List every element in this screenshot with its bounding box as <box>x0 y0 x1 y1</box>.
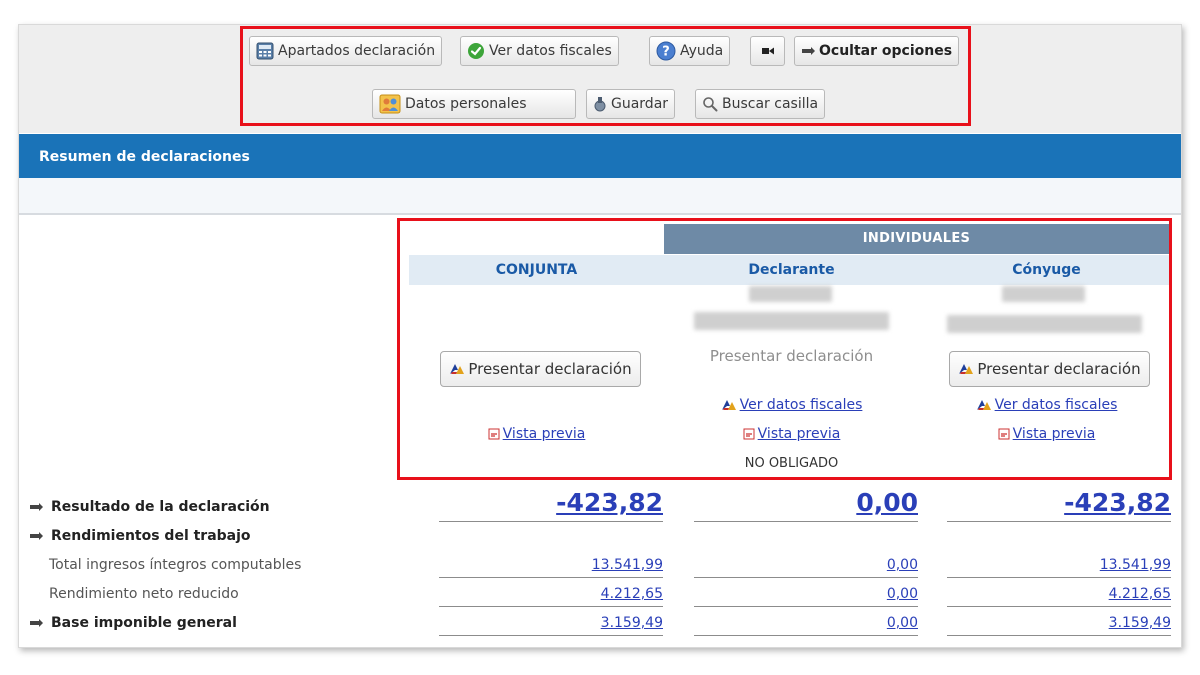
rendimiento-neto-conjunta-value[interactable]: 4.212,65 <box>439 586 663 602</box>
total-ingresos-declarante-value[interactable]: 0,00 <box>694 557 918 573</box>
ver-datos-fiscales-button[interactable]: Ver datos fiscales <box>460 36 619 66</box>
vista-previa-declarante-link[interactable]: Vista previa <box>664 426 919 442</box>
value-underline <box>694 577 918 578</box>
resultado-conjunta-value[interactable]: -423,82 <box>439 488 663 517</box>
value-underline <box>947 635 1171 636</box>
ayuda-button[interactable]: ? Ayuda <box>649 36 731 66</box>
section-title: Resumen de declaraciones <box>39 149 250 165</box>
value-underline <box>439 577 663 578</box>
video-button[interactable] <box>750 36 785 66</box>
row-label-base-imponible-text: Base imponible general <box>51 615 237 631</box>
column-title-conyuge: Cónyuge <box>1012 262 1081 278</box>
people-icon <box>379 93 401 115</box>
presentar-conyuge-label: Presentar declaración <box>977 360 1141 378</box>
calculator-icon <box>256 42 274 60</box>
ayuda-label: Ayuda <box>680 43 724 59</box>
base-imponible-conyuge-value[interactable]: 3.159,49 <box>947 615 1171 631</box>
guardar-label: Guardar <box>611 96 669 112</box>
save-icon <box>593 96 607 112</box>
ocultar-opciones-label: Ocultar opciones <box>819 43 953 59</box>
datos-personales-label: Datos personales <box>405 96 527 112</box>
vista-previa-conyuge-label: Vista previa <box>1012 426 1096 442</box>
column-title-declarante: Declarante <box>748 262 835 278</box>
arrow-icon <box>29 503 43 511</box>
search-icon <box>702 96 718 112</box>
rendimiento-neto-declarante-value[interactable]: 0,00 <box>694 586 918 602</box>
guardar-button[interactable]: Guardar <box>586 89 676 119</box>
pdf-icon <box>743 428 755 440</box>
ver-datos-fiscales-declarante-label: Ver datos fiscales <box>739 397 863 413</box>
value-underline <box>439 635 663 636</box>
value-underline <box>947 606 1171 607</box>
resultado-conyuge-value[interactable]: -423,82 <box>947 488 1171 517</box>
redacted-declarante-id <box>749 286 832 302</box>
help-icon: ? <box>656 41 676 61</box>
hide-arrow-icon <box>801 47 815 55</box>
row-label-total-ingresos: Total ingresos íntegros computables <box>49 557 302 573</box>
row-label-rendimientos-text: Rendimientos del trabajo <box>51 528 251 544</box>
vista-previa-conjunta-link[interactable]: Vista previa <box>409 426 664 442</box>
buscar-casilla-button[interactable]: Buscar casilla <box>695 89 826 119</box>
datos-personales-button[interactable]: Datos personales <box>372 89 576 119</box>
ocultar-opciones-button[interactable]: Ocultar opciones <box>794 36 960 66</box>
svg-text:?: ? <box>662 45 670 60</box>
pdf-icon <box>488 428 500 440</box>
ver-datos-fiscales-conyuge-link[interactable]: Ver datos fiscales <box>919 397 1174 413</box>
presentar-conjunta-button[interactable]: Presentar declaración <box>440 351 641 387</box>
ver-datos-fiscales-label: Ver datos fiscales <box>489 43 612 59</box>
vista-previa-conyuge-link[interactable]: Vista previa <box>919 426 1174 442</box>
declaration-summary-panel: Apartados declaración Ver datos fiscales… <box>18 24 1182 648</box>
vista-previa-conjunta-label: Vista previa <box>502 426 586 442</box>
declarante-status: NO OBLIGADO <box>744 456 839 471</box>
row-label-base-imponible: Base imponible general <box>29 615 237 631</box>
apartados-declaracion-button[interactable]: Apartados declaración <box>249 36 443 66</box>
resultado-declarante-value[interactable]: 0,00 <box>694 488 918 517</box>
row-label-resultado: Resultado de la declaración <box>29 499 270 515</box>
aeat-logo-icon <box>449 363 465 375</box>
value-underline <box>439 606 663 607</box>
total-ingresos-conjunta-value[interactable]: 13.541,99 <box>439 557 663 573</box>
redacted-conyuge-id <box>1002 286 1085 302</box>
column-title-conjunta: CONJUNTA <box>495 262 578 278</box>
row-label-resultado-text: Resultado de la declaración <box>51 499 270 515</box>
presentar-conjunta-label: Presentar declaración <box>468 360 632 378</box>
vista-previa-declarante-label: Vista previa <box>757 426 841 442</box>
apartados-declaracion-label: Apartados declaración <box>278 43 436 59</box>
green-check-icon <box>467 42 485 60</box>
value-underline <box>694 606 918 607</box>
aeat-logo-icon <box>958 363 974 375</box>
section-subheader <box>19 178 1181 215</box>
section-title-bar: Resumen de declaraciones <box>19 134 1181 178</box>
presentar-conyuge-button[interactable]: Presentar declaración <box>949 351 1150 387</box>
buscar-casilla-label: Buscar casilla <box>722 96 819 112</box>
value-underline <box>947 521 1171 522</box>
value-underline <box>694 521 918 522</box>
row-label-rendimiento-neto: Rendimiento neto reducido <box>49 586 239 602</box>
redacted-declarante-name <box>694 312 889 330</box>
individuales-header: INDIVIDUALES <box>664 224 1169 254</box>
total-ingresos-conyuge-value[interactable]: 13.541,99 <box>947 557 1171 573</box>
base-imponible-declarante-value[interactable]: 0,00 <box>694 615 918 631</box>
rendimiento-neto-conyuge-value[interactable]: 4.212,65 <box>947 586 1171 602</box>
value-underline <box>947 577 1171 578</box>
toolbar: Apartados declaración Ver datos fiscales… <box>19 25 1181 133</box>
video-camera-icon <box>761 47 774 55</box>
redacted-conyuge-name <box>947 315 1142 333</box>
aeat-logo-icon <box>976 399 992 411</box>
presentar-declarante-disabled: Presentar declaración <box>709 347 874 365</box>
base-imponible-conjunta-value[interactable]: 3.159,49 <box>439 615 663 631</box>
ver-datos-fiscales-declarante-link[interactable]: Ver datos fiscales <box>664 397 919 413</box>
pdf-icon <box>998 428 1010 440</box>
row-label-rendimientos: Rendimientos del trabajo <box>29 528 251 544</box>
arrow-icon <box>29 532 43 540</box>
value-underline <box>694 635 918 636</box>
value-underline <box>439 521 663 522</box>
ver-datos-fiscales-conyuge-label: Ver datos fiscales <box>994 397 1118 413</box>
aeat-logo-icon <box>721 399 737 411</box>
arrow-icon <box>29 619 43 627</box>
